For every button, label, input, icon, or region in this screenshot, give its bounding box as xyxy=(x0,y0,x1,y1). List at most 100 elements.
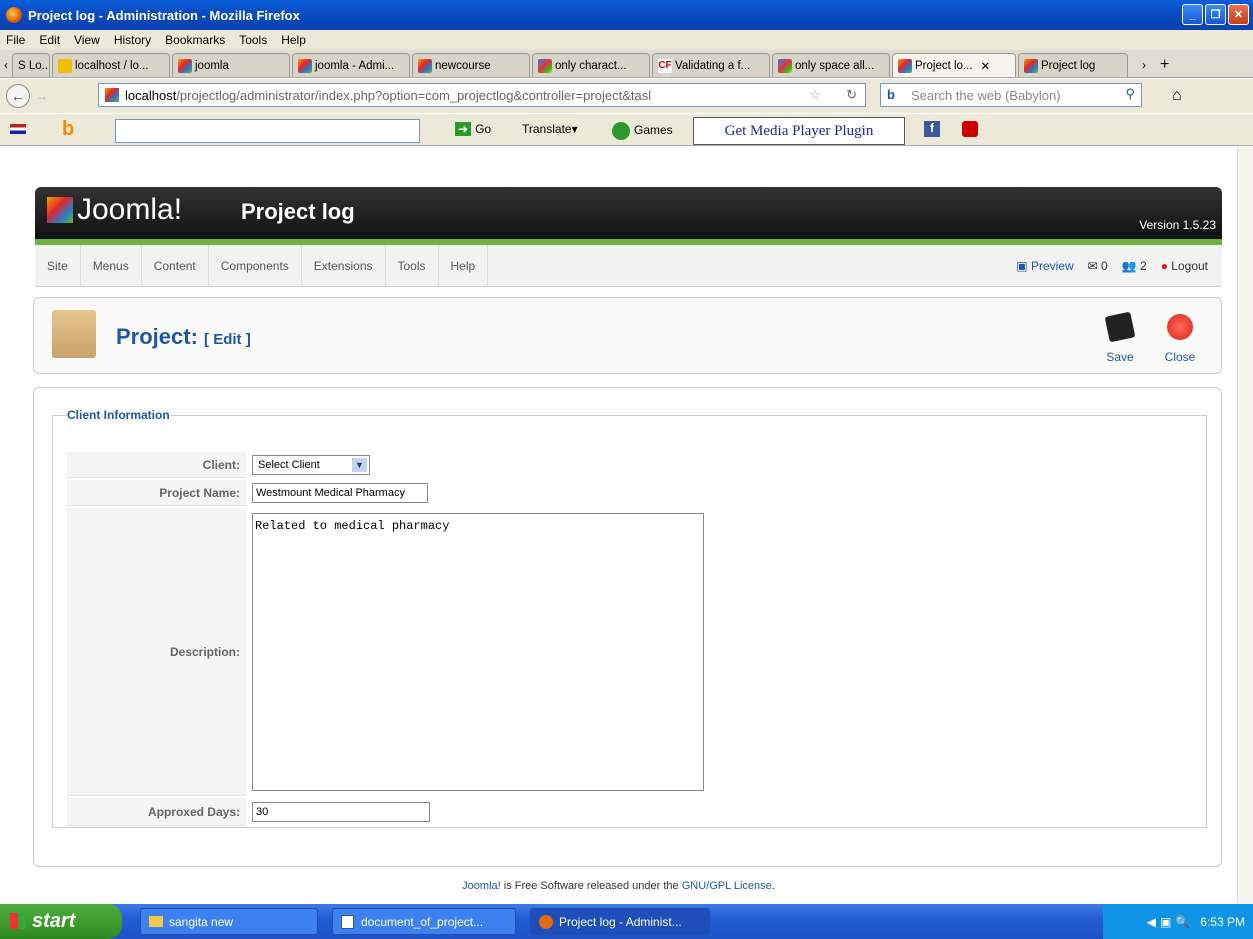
tab-4[interactable]: joomla - Admi... xyxy=(292,53,410,77)
url-path: /projectlog/administrator/index.php?opti… xyxy=(176,87,652,103)
page-footer: Joomla! is Free Software released under … xyxy=(462,880,775,892)
youtube-icon[interactable] xyxy=(962,121,978,137)
gpl-license-link[interactable]: GNU/GPL License xyxy=(682,880,772,892)
home-icon[interactable]: ⌂ xyxy=(1172,87,1182,105)
page-title: Project: [ Edit ] xyxy=(116,324,251,349)
search-icon[interactable]: ⚲ xyxy=(1125,86,1135,102)
preview-icon: ▣ xyxy=(1016,259,1031,273)
logout-link[interactable]: ● Logout xyxy=(1161,259,1208,273)
bookmark-star-icon[interactable]: ☆ xyxy=(809,87,821,103)
task-document[interactable]: document_of_project... xyxy=(332,908,516,935)
close-window-button[interactable]: ✕ xyxy=(1228,4,1249,25)
tab-5[interactable]: newcourse xyxy=(412,53,530,77)
form-container: Client Information Client: Select Client… xyxy=(33,387,1222,867)
navigation-bar: ← → localhost/projectlog/administrator/i… xyxy=(0,79,1253,113)
tab-bar: ‹ S Lo... localhost / lo... joomla jooml… xyxy=(0,50,1253,78)
joomla-icon xyxy=(898,58,912,73)
site-icon xyxy=(105,88,119,102)
folder-icon xyxy=(149,916,163,927)
joomla-icon xyxy=(298,58,312,73)
flag-icon[interactable] xyxy=(10,124,26,134)
forward-icon[interactable]: → xyxy=(36,89,48,103)
start-button[interactable]: start xyxy=(0,904,122,939)
go-button[interactable]: ➜ Go xyxy=(455,122,491,136)
tab-1[interactable]: S Lo... xyxy=(12,53,50,77)
facebook-icon[interactable]: f xyxy=(924,121,940,137)
word-icon xyxy=(341,914,354,929)
babylon-icon: b xyxy=(887,87,895,102)
description-textarea[interactable]: Related to medical pharmacy xyxy=(252,513,704,791)
taskbar: start sangita new document_of_project...… xyxy=(0,904,1253,939)
page-content: Joomla! Project log Version 1.5.23 Site … xyxy=(0,147,1237,904)
menu-tools[interactable]: Tools xyxy=(386,244,439,287)
joomla-icon xyxy=(178,58,192,73)
tab-10[interactable]: Project log xyxy=(1018,53,1128,77)
menu-site[interactable]: Site xyxy=(35,244,81,287)
media-player-plugin-button[interactable]: Get Media Player Plugin xyxy=(693,117,905,145)
project-name-input[interactable]: Westmount Medical Pharmacy xyxy=(252,483,428,503)
back-button[interactable]: ← xyxy=(6,84,30,108)
description-label: Description: xyxy=(67,508,246,796)
close-button[interactable]: Close xyxy=(1160,314,1200,364)
toolbar-search-input[interactable] xyxy=(115,119,420,143)
menu-extensions[interactable]: Extensions xyxy=(302,244,386,287)
babylon-logo-icon[interactable]: b xyxy=(62,118,74,141)
maximize-button[interactable]: ❐ xyxy=(1205,4,1226,25)
menu-tools[interactable]: Tools xyxy=(239,33,267,47)
minimize-button[interactable]: _ xyxy=(1182,4,1203,25)
tab-8[interactable]: only space all... xyxy=(772,53,890,77)
search-input[interactable]: b Search the web (Babylon) ⚲ xyxy=(880,83,1142,107)
users-icon: 👥 xyxy=(1121,259,1141,273)
tab-6[interactable]: only charact... xyxy=(532,53,650,77)
new-tab-icon[interactable]: + xyxy=(1160,56,1169,74)
clock: 6:53 PM xyxy=(1200,914,1245,929)
close-tab-icon[interactable]: ✕ xyxy=(981,59,991,73)
reload-icon[interactable]: ↻ xyxy=(846,87,857,103)
menu-content[interactable]: Content xyxy=(142,244,209,287)
save-button[interactable]: Save xyxy=(1100,311,1140,364)
approxed-days-row: Approxed Days: 30 xyxy=(67,798,430,826)
users-count[interactable]: 👥 2 xyxy=(1122,259,1147,273)
close-icon xyxy=(1167,314,1193,340)
menu-history[interactable]: History xyxy=(114,33,151,47)
tab-scroll-left-icon[interactable]: ‹ xyxy=(4,58,8,72)
logout-icon: ● xyxy=(1160,259,1168,273)
preview-link[interactable]: ▣ Preview xyxy=(1016,259,1073,273)
tray-arrow-icon[interactable]: ◀ xyxy=(1147,915,1156,929)
games-button[interactable]: Games xyxy=(612,122,673,140)
firefox-icon xyxy=(6,7,22,23)
vertical-scrollbar[interactable] xyxy=(1237,147,1253,904)
task-firefox[interactable]: Project log - Administ... xyxy=(530,908,710,935)
tab-2[interactable]: localhost / lo... xyxy=(52,53,170,77)
firefox-window: Project log - Administration - Mozilla F… xyxy=(0,0,1253,939)
menu-help[interactable]: Help xyxy=(439,244,489,287)
description-row: Description: Related to medical pharmacy xyxy=(67,508,704,796)
tab-scroll-right-icon[interactable]: › xyxy=(1142,58,1146,72)
tray-search-icon[interactable]: 🔍 xyxy=(1175,915,1190,929)
cf-icon: CF xyxy=(658,58,672,73)
client-select[interactable]: Select Client ▼ xyxy=(252,455,370,475)
tab-9-active[interactable]: Project lo... ✕ xyxy=(892,53,1016,77)
menu-view[interactable]: View xyxy=(74,33,100,47)
menu-bookmarks[interactable]: Bookmarks xyxy=(165,33,225,47)
tray-app-icon[interactable]: ▣ xyxy=(1160,915,1171,929)
joomla-link[interactable]: Joomla! xyxy=(462,880,501,892)
menu-bar: File Edit View History Bookmarks Tools H… xyxy=(0,30,1253,50)
menu-menus[interactable]: Menus xyxy=(81,244,142,287)
approxed-days-input[interactable]: 30 xyxy=(252,802,430,822)
translate-button[interactable]: Translate▾ xyxy=(522,122,578,136)
approxed-days-label: Approxed Days: xyxy=(67,798,246,826)
messages-count[interactable]: ✉ 0 xyxy=(1088,259,1108,273)
url-host: localhost xyxy=(125,87,177,103)
joomla-icon xyxy=(1024,58,1038,73)
addon-toolbar: b ➜ Go Translate▾ Games Get Media Player … xyxy=(0,114,1253,146)
menu-edit[interactable]: Edit xyxy=(39,33,60,47)
menu-help[interactable]: Help xyxy=(281,33,306,47)
menu-file[interactable]: File xyxy=(6,33,25,47)
task-sangita-new[interactable]: sangita new xyxy=(140,908,318,935)
url-bar[interactable]: localhost/projectlog/administrator/index… xyxy=(98,83,866,107)
menu-components[interactable]: Components xyxy=(209,244,302,287)
tab-7[interactable]: CF Validating a f... xyxy=(652,53,770,77)
tab-3[interactable]: joomla xyxy=(172,53,290,77)
client-information-fieldset: Client Information Client: Select Client… xyxy=(52,408,1207,828)
